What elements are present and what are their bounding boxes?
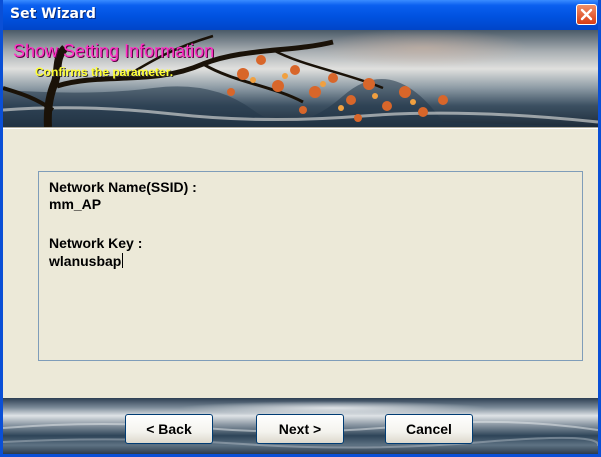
header-separator xyxy=(3,127,598,129)
header-banner: Show Setting Information Confirms the pa… xyxy=(3,30,598,127)
window-title: Set Wizard xyxy=(10,6,96,22)
network-name-value: mm_AP xyxy=(49,196,102,212)
network-key-label: Network Key : xyxy=(49,235,143,251)
close-icon xyxy=(580,8,593,21)
back-button[interactable]: < Back xyxy=(125,414,213,444)
close-button[interactable] xyxy=(576,4,597,25)
network-name-label: Network Name(SSID) : xyxy=(49,179,197,195)
text-caret xyxy=(122,253,124,268)
title-bar[interactable]: Set Wizard xyxy=(3,0,598,30)
network-key-line: wlanusbap xyxy=(49,253,124,269)
cancel-button[interactable]: Cancel xyxy=(385,414,473,444)
network-key-value: wlanusbap xyxy=(49,253,122,269)
banner-subtitle: Confirms the parameter. xyxy=(35,65,174,79)
settings-info-box[interactable]: Network Name(SSID) : mm_AP Network Key :… xyxy=(38,171,583,361)
banner-title: Show Setting Information xyxy=(13,41,215,61)
next-button[interactable]: Next > xyxy=(256,414,344,444)
wizard-window: Set Wizard Show Setting Information Conf… xyxy=(0,0,601,457)
